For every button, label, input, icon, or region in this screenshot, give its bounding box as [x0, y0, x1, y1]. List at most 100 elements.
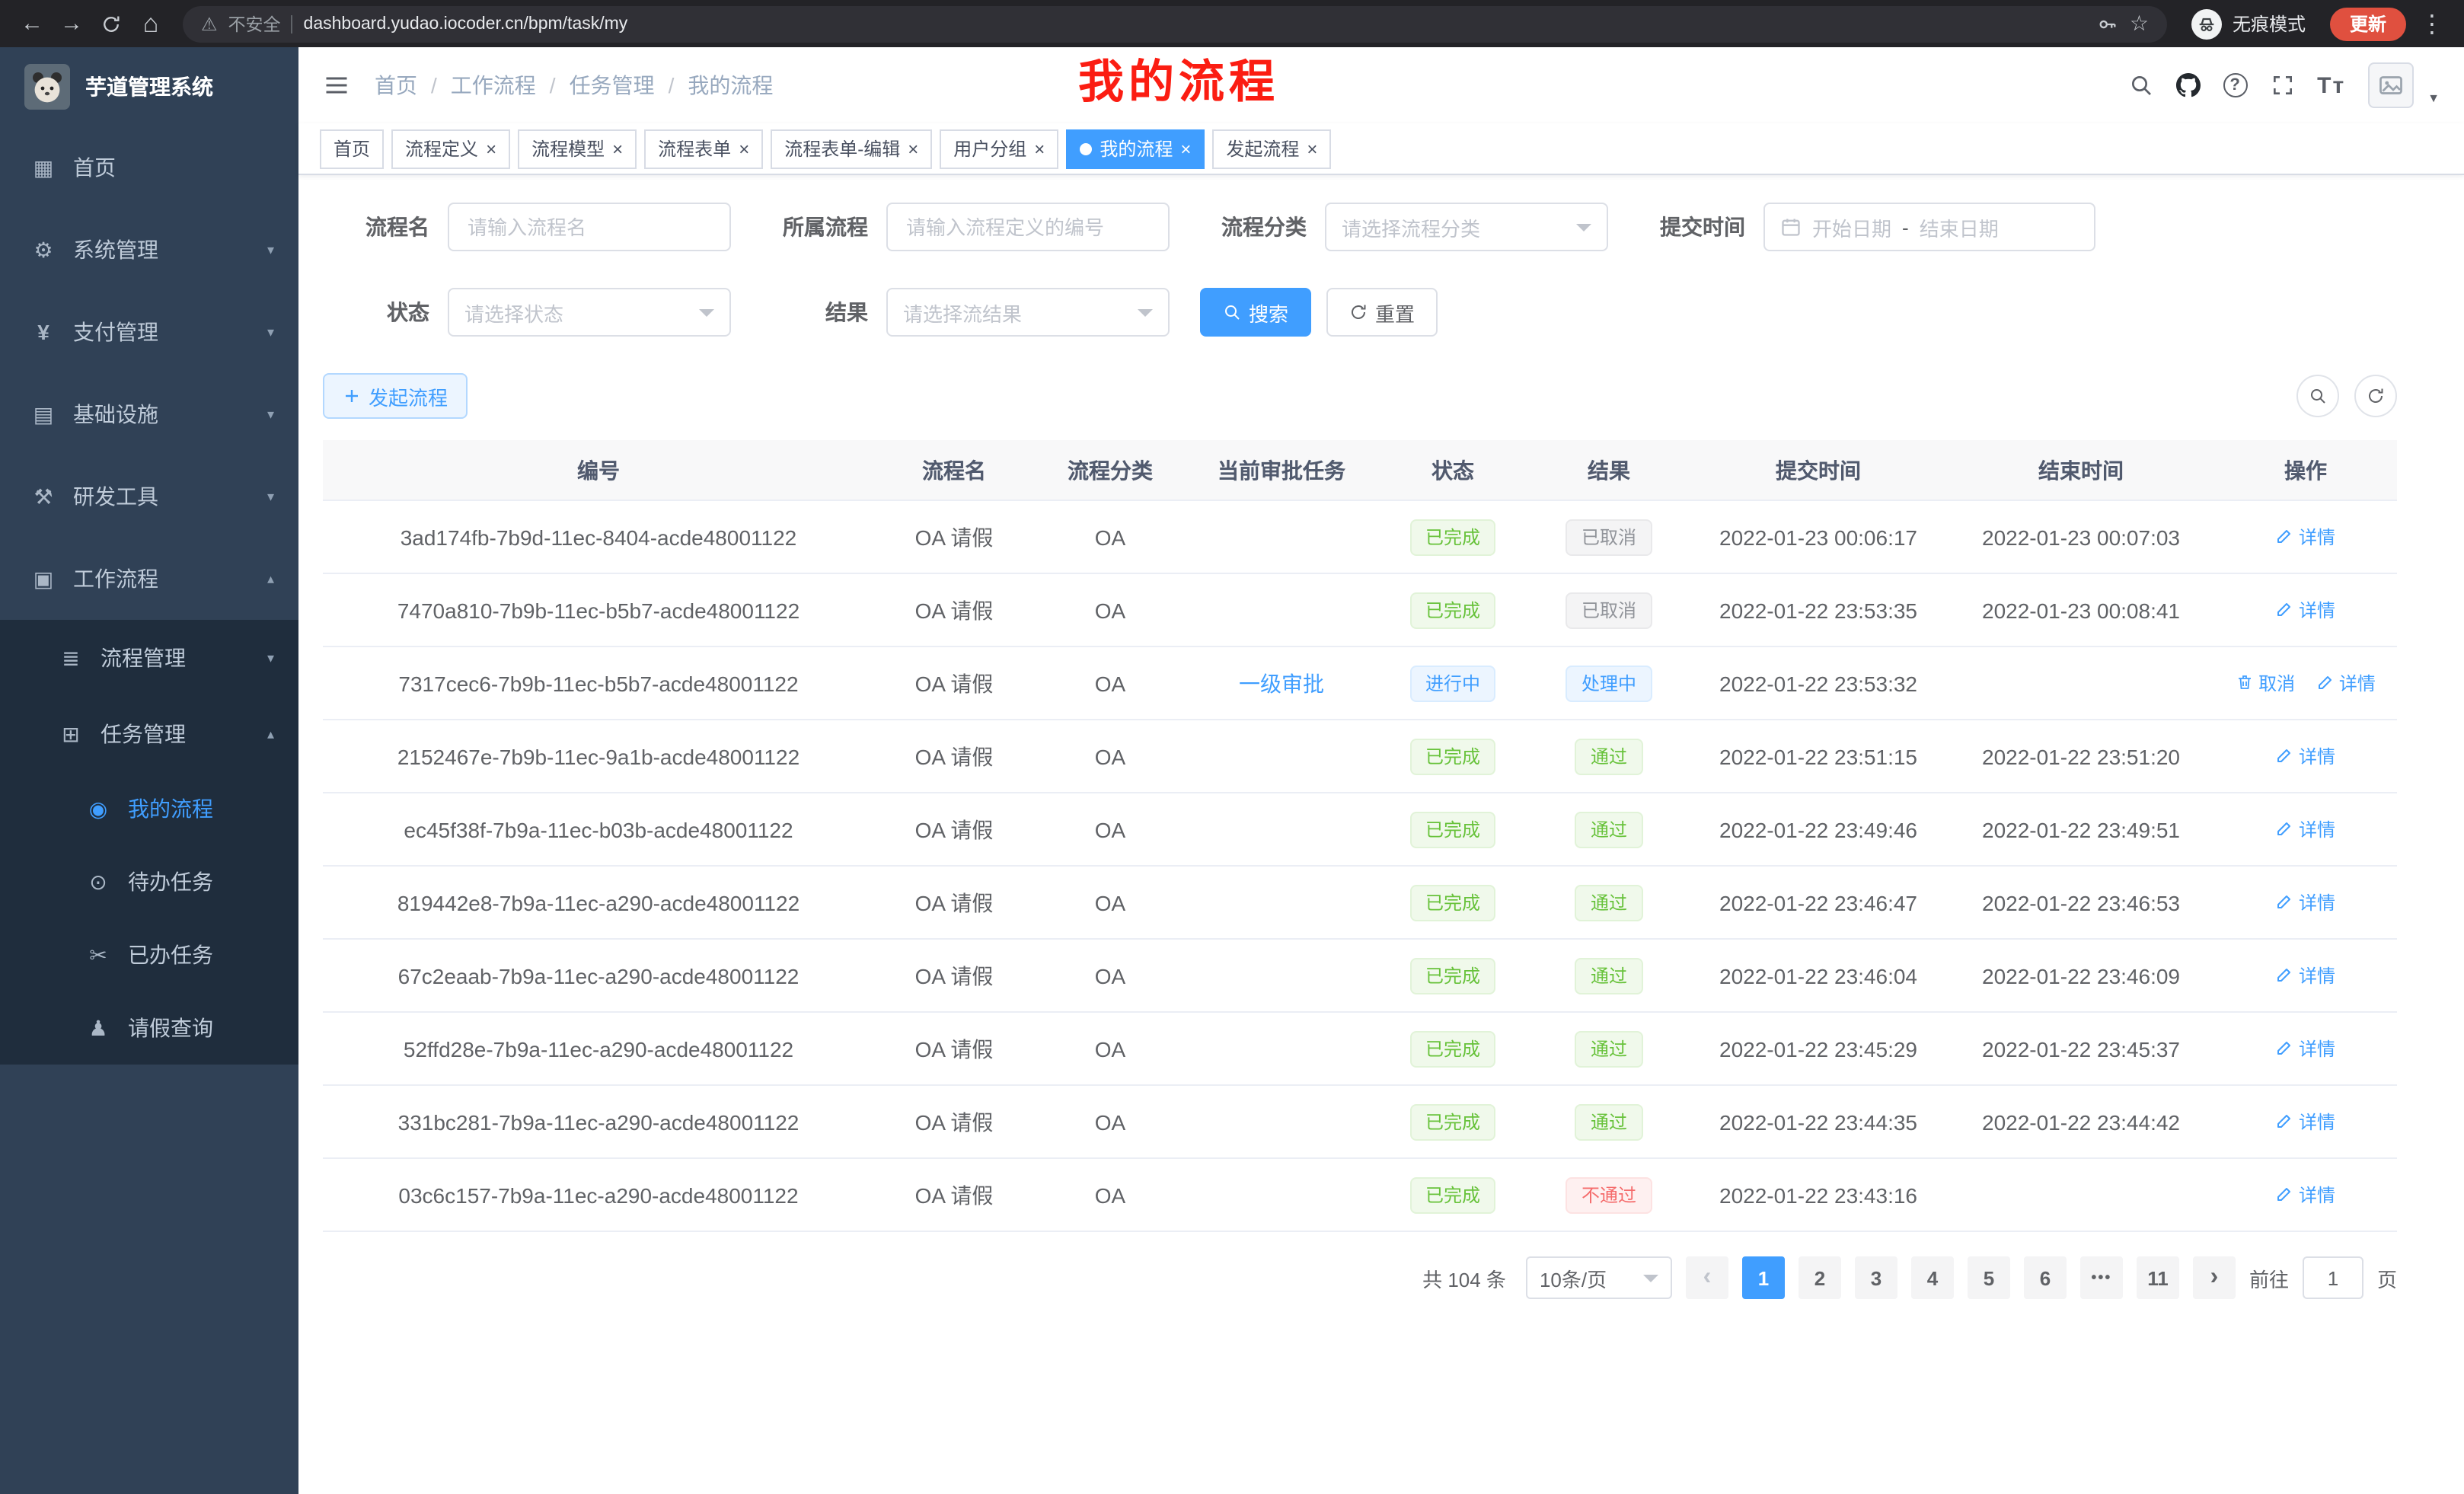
help-icon[interactable] [2223, 73, 2247, 97]
submit-time-range-picker[interactable]: 开始日期 - 结束日期 [1763, 203, 2095, 251]
tab-user-group[interactable]: 用户分组 [940, 129, 1058, 168]
page-button-4[interactable]: 4 [1911, 1256, 1954, 1299]
close-icon[interactable] [908, 139, 918, 158]
sidebar-item-infrastructure[interactable]: 基础设施 [0, 373, 298, 455]
tab-process-model[interactable]: 流程模型 [518, 129, 637, 168]
browser-home-button[interactable] [131, 4, 171, 43]
page-button-3[interactable]: 3 [1855, 1256, 1897, 1299]
tab-process-form[interactable]: 流程表单 [644, 129, 763, 168]
tab-start-process[interactable]: 发起流程 [1212, 129, 1331, 168]
close-icon[interactable] [1180, 139, 1191, 158]
search-icon[interactable] [2128, 73, 2153, 97]
status-select[interactable]: 请选择状态 [448, 288, 731, 337]
detail-link[interactable]: 详情 [2276, 597, 2335, 623]
result-select[interactable]: 请选择流结果 [886, 288, 1170, 337]
table-row: 52ffd28e-7b9a-11ec-a290-acde48001122 OA … [323, 1013, 2397, 1086]
cell-id: 819442e8-7b9a-11ec-a290-acde48001122 [323, 890, 874, 915]
chevron-down-icon [267, 488, 274, 505]
sidebar-item-done-tasks[interactable]: 已办任务 [0, 918, 298, 991]
current-task-link[interactable]: 一级审批 [1239, 671, 1324, 695]
close-icon[interactable] [486, 139, 496, 158]
sidebar-item-home[interactable]: 首页 [0, 126, 298, 209]
close-icon[interactable] [1034, 139, 1045, 158]
fullscreen-icon[interactable] [2270, 73, 2294, 97]
cancel-link[interactable]: 取消 [2236, 670, 2295, 696]
page-button-5[interactable]: 5 [1968, 1256, 2010, 1299]
close-icon[interactable] [739, 139, 749, 158]
cell-end-time: 2022-01-22 23:44:42 [1948, 1109, 2214, 1134]
browser-reload-button[interactable] [91, 4, 131, 43]
sidebar-item-leave-query[interactable]: 请假查询 [0, 991, 298, 1065]
refresh-table-button[interactable] [2354, 375, 2397, 417]
tab-process-definition[interactable]: 流程定义 [391, 129, 510, 168]
page-button-6[interactable]: 6 [2024, 1256, 2067, 1299]
detail-link[interactable]: 详情 [2276, 962, 2335, 988]
pagination-total: 共 104 条 [1422, 1263, 1506, 1292]
process-definition-input[interactable] [886, 203, 1170, 251]
sidebar-item-label: 支付管理 [73, 317, 158, 347]
avatar[interactable] [2368, 62, 2414, 108]
page-button-2[interactable]: 2 [1799, 1256, 1841, 1299]
detail-link[interactable]: 详情 [2276, 1109, 2335, 1135]
breadcrumb-item-workflow[interactable]: 工作流程 [451, 70, 570, 101]
detail-link[interactable]: 详情 [2316, 670, 2376, 696]
toggle-search-button[interactable] [2296, 375, 2339, 417]
sidebar-item-task-management[interactable]: 任务管理 [0, 696, 298, 772]
sidebar-item-my-process[interactable]: 我的流程 [0, 772, 298, 845]
address-bar[interactable]: 不安全 dashboard.yudao.iocoder.cn/bpm/task/… [183, 5, 2167, 42]
avatar-caret-down-icon[interactable] [2427, 91, 2440, 104]
edit-icon [2316, 674, 2335, 692]
start-process-button[interactable]: 发起流程 [323, 373, 468, 419]
prev-page-button[interactable] [1686, 1256, 1728, 1299]
cell-id: 67c2eaab-7b9a-11ec-a290-acde48001122 [323, 963, 874, 988]
page-size-select[interactable]: 10条/页 [1526, 1256, 1672, 1299]
detail-link[interactable]: 详情 [2276, 1036, 2335, 1061]
cell-category: OA [1034, 1183, 1186, 1207]
detail-link[interactable]: 详情 [2276, 524, 2335, 550]
search-button[interactable]: 搜索 [1200, 288, 1311, 337]
reset-button[interactable]: 重置 [1326, 288, 1438, 337]
chevron-down-icon [699, 309, 714, 324]
tab-process-form-edit[interactable]: 流程表单-编辑 [771, 129, 932, 168]
password-key-icon[interactable] [2098, 13, 2119, 34]
bookmark-star-icon[interactable] [2130, 11, 2149, 37]
detail-link[interactable]: 详情 [2276, 816, 2335, 842]
goto-page-input[interactable] [2303, 1256, 2363, 1299]
result-badge: 通过 [1575, 1030, 1642, 1067]
browser-back-button[interactable] [12, 4, 52, 43]
sidebar-item-devtools[interactable]: 研发工具 [0, 455, 298, 538]
font-size-icon[interactable] [2317, 72, 2345, 98]
cell-name: OA 请假 [874, 741, 1034, 771]
detail-link[interactable]: 详情 [2276, 1182, 2335, 1208]
page-button-11[interactable]: 11 [2137, 1256, 2179, 1299]
sidebar-item-system[interactable]: 系统管理 [0, 209, 298, 291]
detail-link[interactable]: 详情 [2276, 743, 2335, 769]
tab-my-process[interactable]: 我的流程 [1066, 129, 1205, 168]
github-icon[interactable] [2175, 73, 2200, 97]
process-name-input[interactable] [448, 203, 731, 251]
browser-forward-button[interactable] [52, 4, 91, 43]
next-page-button[interactable] [2193, 1256, 2236, 1299]
sidebar-item-workflow[interactable]: 工作流程 [0, 538, 298, 620]
browser-update-button[interactable]: 更新 [2330, 7, 2406, 40]
sidebar-toggle-button[interactable] [323, 72, 350, 99]
sidebar-item-process-management[interactable]: 流程管理 [0, 620, 298, 696]
close-icon[interactable] [612, 139, 623, 158]
sidebar-item-payment[interactable]: 支付管理 [0, 291, 298, 373]
breadcrumb-item-home[interactable]: 首页 [375, 70, 451, 101]
sidebar-item-todo-tasks[interactable]: 待办任务 [0, 845, 298, 918]
tag-tabs-bar: 首页 流程定义 流程模型 流程表单 流程表单-编辑 用户分组 我的流程 发起流程 [298, 123, 2464, 175]
sidebar-item-label: 请假查询 [128, 1013, 213, 1043]
red-annotation-text: 我的流程 [1078, 55, 1279, 113]
process-category-select[interactable]: 请选择流程分类 [1325, 203, 1608, 251]
tab-home[interactable]: 首页 [320, 129, 384, 168]
breadcrumb-item-task-management[interactable]: 任务管理 [570, 70, 688, 101]
page-button-1[interactable]: 1 [1742, 1256, 1785, 1299]
close-icon[interactable] [1307, 139, 1317, 158]
browser-menu-button[interactable] [2412, 4, 2452, 43]
eye-icon [85, 869, 111, 895]
more-pages-button[interactable]: ••• [2080, 1256, 2123, 1299]
cell-end-time: 2022-01-23 00:08:41 [1948, 598, 2214, 622]
detail-link[interactable]: 详情 [2276, 889, 2335, 915]
cell-id: 52ffd28e-7b9a-11ec-a290-acde48001122 [323, 1036, 874, 1061]
